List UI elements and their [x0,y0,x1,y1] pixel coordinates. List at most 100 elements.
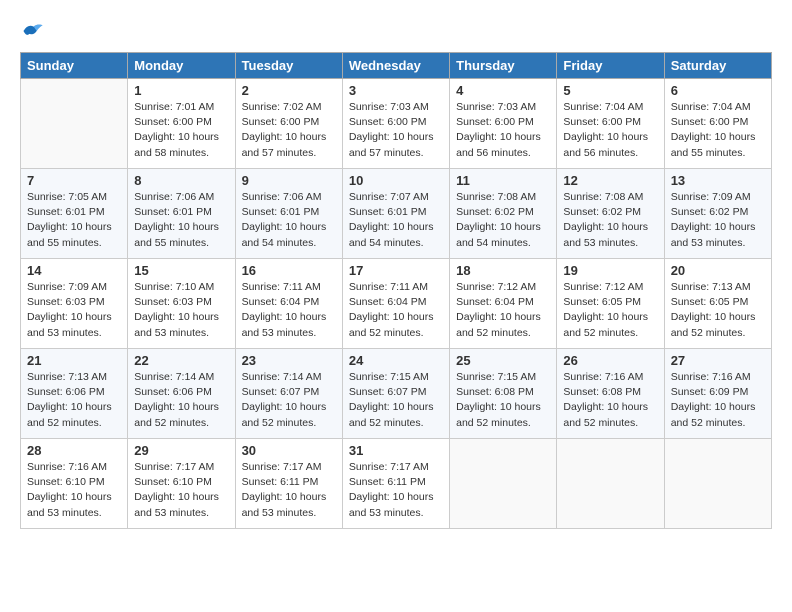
day-number: 27 [671,353,765,368]
calendar-cell: 18 Sunrise: 7:12 AMSunset: 6:04 PMDayligh… [450,259,557,349]
day-number: 1 [134,83,228,98]
day-info: Sunrise: 7:04 AMSunset: 6:00 PMDaylight:… [563,100,657,161]
calendar-cell: 5 Sunrise: 7:04 AMSunset: 6:00 PMDaylight… [557,79,664,169]
day-number: 6 [671,83,765,98]
day-number: 30 [242,443,336,458]
calendar-cell: 14 Sunrise: 7:09 AMSunset: 6:03 PMDayligh… [21,259,128,349]
calendar-cell: 22 Sunrise: 7:14 AMSunset: 6:06 PMDayligh… [128,349,235,439]
day-info: Sunrise: 7:08 AMSunset: 6:02 PMDaylight:… [456,190,550,251]
day-info: Sunrise: 7:09 AMSunset: 6:03 PMDaylight:… [27,280,121,341]
calendar-cell: 6 Sunrise: 7:04 AMSunset: 6:00 PMDaylight… [664,79,771,169]
calendar-cell: 27 Sunrise: 7:16 AMSunset: 6:09 PMDayligh… [664,349,771,439]
calendar-cell [664,439,771,529]
calendar-cell: 23 Sunrise: 7:14 AMSunset: 6:07 PMDayligh… [235,349,342,439]
day-info: Sunrise: 7:16 AMSunset: 6:08 PMDaylight:… [563,370,657,431]
day-number: 17 [349,263,443,278]
weekday-header-monday: Monday [128,53,235,79]
day-number: 15 [134,263,228,278]
calendar-cell: 17 Sunrise: 7:11 AMSunset: 6:04 PMDayligh… [342,259,449,349]
day-number: 25 [456,353,550,368]
day-number: 26 [563,353,657,368]
calendar-cell: 16 Sunrise: 7:11 AMSunset: 6:04 PMDayligh… [235,259,342,349]
calendar-cell: 11 Sunrise: 7:08 AMSunset: 6:02 PMDayligh… [450,169,557,259]
calendar-cell: 1 Sunrise: 7:01 AMSunset: 6:00 PMDaylight… [128,79,235,169]
calendar-cell: 30 Sunrise: 7:17 AMSunset: 6:11 PMDayligh… [235,439,342,529]
calendar-cell: 25 Sunrise: 7:15 AMSunset: 6:08 PMDayligh… [450,349,557,439]
calendar-table: SundayMondayTuesdayWednesdayThursdayFrid… [20,52,772,529]
calendar-cell: 12Sunrise: 7:08 AMSunset: 6:02 PMDayligh… [557,169,664,259]
day-info: Sunrise: 7:08 AMSunset: 6:02 PMDaylight:… [563,190,657,251]
day-number: 31 [349,443,443,458]
weekday-header-sunday: Sunday [21,53,128,79]
calendar-cell: 8 Sunrise: 7:06 AMSunset: 6:01 PMDaylight… [128,169,235,259]
calendar-cell [21,79,128,169]
day-info: Sunrise: 7:02 AMSunset: 6:00 PMDaylight:… [242,100,336,161]
day-info: Sunrise: 7:12 AMSunset: 6:04 PMDaylight:… [456,280,550,341]
day-info: Sunrise: 7:13 AMSunset: 6:05 PMDaylight:… [671,280,765,341]
calendar-cell: 26 Sunrise: 7:16 AMSunset: 6:08 PMDayligh… [557,349,664,439]
calendar-cell: 15 Sunrise: 7:10 AMSunset: 6:03 PMDayligh… [128,259,235,349]
day-number: 18 [456,263,550,278]
day-info: Sunrise: 7:11 AMSunset: 6:04 PMDaylight:… [349,280,443,341]
day-number: 9 [242,173,336,188]
weekday-header-thursday: Thursday [450,53,557,79]
day-info: Sunrise: 7:03 AMSunset: 6:00 PMDaylight:… [349,100,443,161]
calendar-cell: 19 Sunrise: 7:12 AMSunset: 6:05 PMDayligh… [557,259,664,349]
calendar-cell [450,439,557,529]
day-info: Sunrise: 7:16 AMSunset: 6:09 PMDaylight:… [671,370,765,431]
day-info: Sunrise: 7:07 AMSunset: 6:01 PMDaylight:… [349,190,443,251]
weekday-header-wednesday: Wednesday [342,53,449,79]
calendar-cell: 21 Sunrise: 7:13 AMSunset: 6:06 PMDayligh… [21,349,128,439]
day-info: Sunrise: 7:09 AMSunset: 6:02 PMDaylight:… [671,190,765,251]
calendar-cell [557,439,664,529]
day-info: Sunrise: 7:15 AMSunset: 6:08 PMDaylight:… [456,370,550,431]
day-number: 19 [563,263,657,278]
day-info: Sunrise: 7:06 AMSunset: 6:01 PMDaylight:… [242,190,336,251]
day-number: 14 [27,263,121,278]
day-number: 5 [563,83,657,98]
day-number: 20 [671,263,765,278]
day-info: Sunrise: 7:12 AMSunset: 6:05 PMDaylight:… [563,280,657,341]
calendar-cell: 9 Sunrise: 7:06 AMSunset: 6:01 PMDaylight… [235,169,342,259]
logo-bird-icon [22,20,44,42]
day-number: 23 [242,353,336,368]
day-info: Sunrise: 7:14 AMSunset: 6:07 PMDaylight:… [242,370,336,431]
day-number: 7 [27,173,121,188]
day-info: Sunrise: 7:03 AMSunset: 6:00 PMDaylight:… [456,100,550,161]
day-info: Sunrise: 7:11 AMSunset: 6:04 PMDaylight:… [242,280,336,341]
day-info: Sunrise: 7:17 AMSunset: 6:10 PMDaylight:… [134,460,228,521]
day-info: Sunrise: 7:17 AMSunset: 6:11 PMDaylight:… [242,460,336,521]
day-number: 13 [671,173,765,188]
day-number: 11 [456,173,550,188]
day-info: Sunrise: 7:06 AMSunset: 6:01 PMDaylight:… [134,190,228,251]
day-number: 28 [27,443,121,458]
day-info: Sunrise: 7:10 AMSunset: 6:03 PMDaylight:… [134,280,228,341]
day-info: Sunrise: 7:04 AMSunset: 6:00 PMDaylight:… [671,100,765,161]
weekday-header-tuesday: Tuesday [235,53,342,79]
calendar-cell: 24Sunrise: 7:15 AMSunset: 6:07 PMDayligh… [342,349,449,439]
weekday-header-friday: Friday [557,53,664,79]
weekday-header-saturday: Saturday [664,53,771,79]
day-info: Sunrise: 7:01 AMSunset: 6:00 PMDaylight:… [134,100,228,161]
day-number: 22 [134,353,228,368]
calendar-cell: 4Sunrise: 7:03 AMSunset: 6:00 PMDaylight… [450,79,557,169]
calendar-cell: 31 Sunrise: 7:17 AMSunset: 6:11 PMDayligh… [342,439,449,529]
day-number: 8 [134,173,228,188]
day-info: Sunrise: 7:15 AMSunset: 6:07 PMDaylight:… [349,370,443,431]
day-info: Sunrise: 7:13 AMSunset: 6:06 PMDaylight:… [27,370,121,431]
calendar-cell: 2 Sunrise: 7:02 AMSunset: 6:00 PMDaylight… [235,79,342,169]
day-info: Sunrise: 7:05 AMSunset: 6:01 PMDaylight:… [27,190,121,251]
day-number: 21 [27,353,121,368]
day-number: 2 [242,83,336,98]
calendar-cell: 10 Sunrise: 7:07 AMSunset: 6:01 PMDayligh… [342,169,449,259]
day-number: 29 [134,443,228,458]
day-info: Sunrise: 7:16 AMSunset: 6:10 PMDaylight:… [27,460,121,521]
day-info: Sunrise: 7:14 AMSunset: 6:06 PMDaylight:… [134,370,228,431]
day-number: 16 [242,263,336,278]
day-number: 3 [349,83,443,98]
calendar-cell: 13 Sunrise: 7:09 AMSunset: 6:02 PMDayligh… [664,169,771,259]
day-number: 10 [349,173,443,188]
calendar-cell: 29 Sunrise: 7:17 AMSunset: 6:10 PMDayligh… [128,439,235,529]
calendar-cell: 20 Sunrise: 7:13 AMSunset: 6:05 PMDayligh… [664,259,771,349]
day-info: Sunrise: 7:17 AMSunset: 6:11 PMDaylight:… [349,460,443,521]
